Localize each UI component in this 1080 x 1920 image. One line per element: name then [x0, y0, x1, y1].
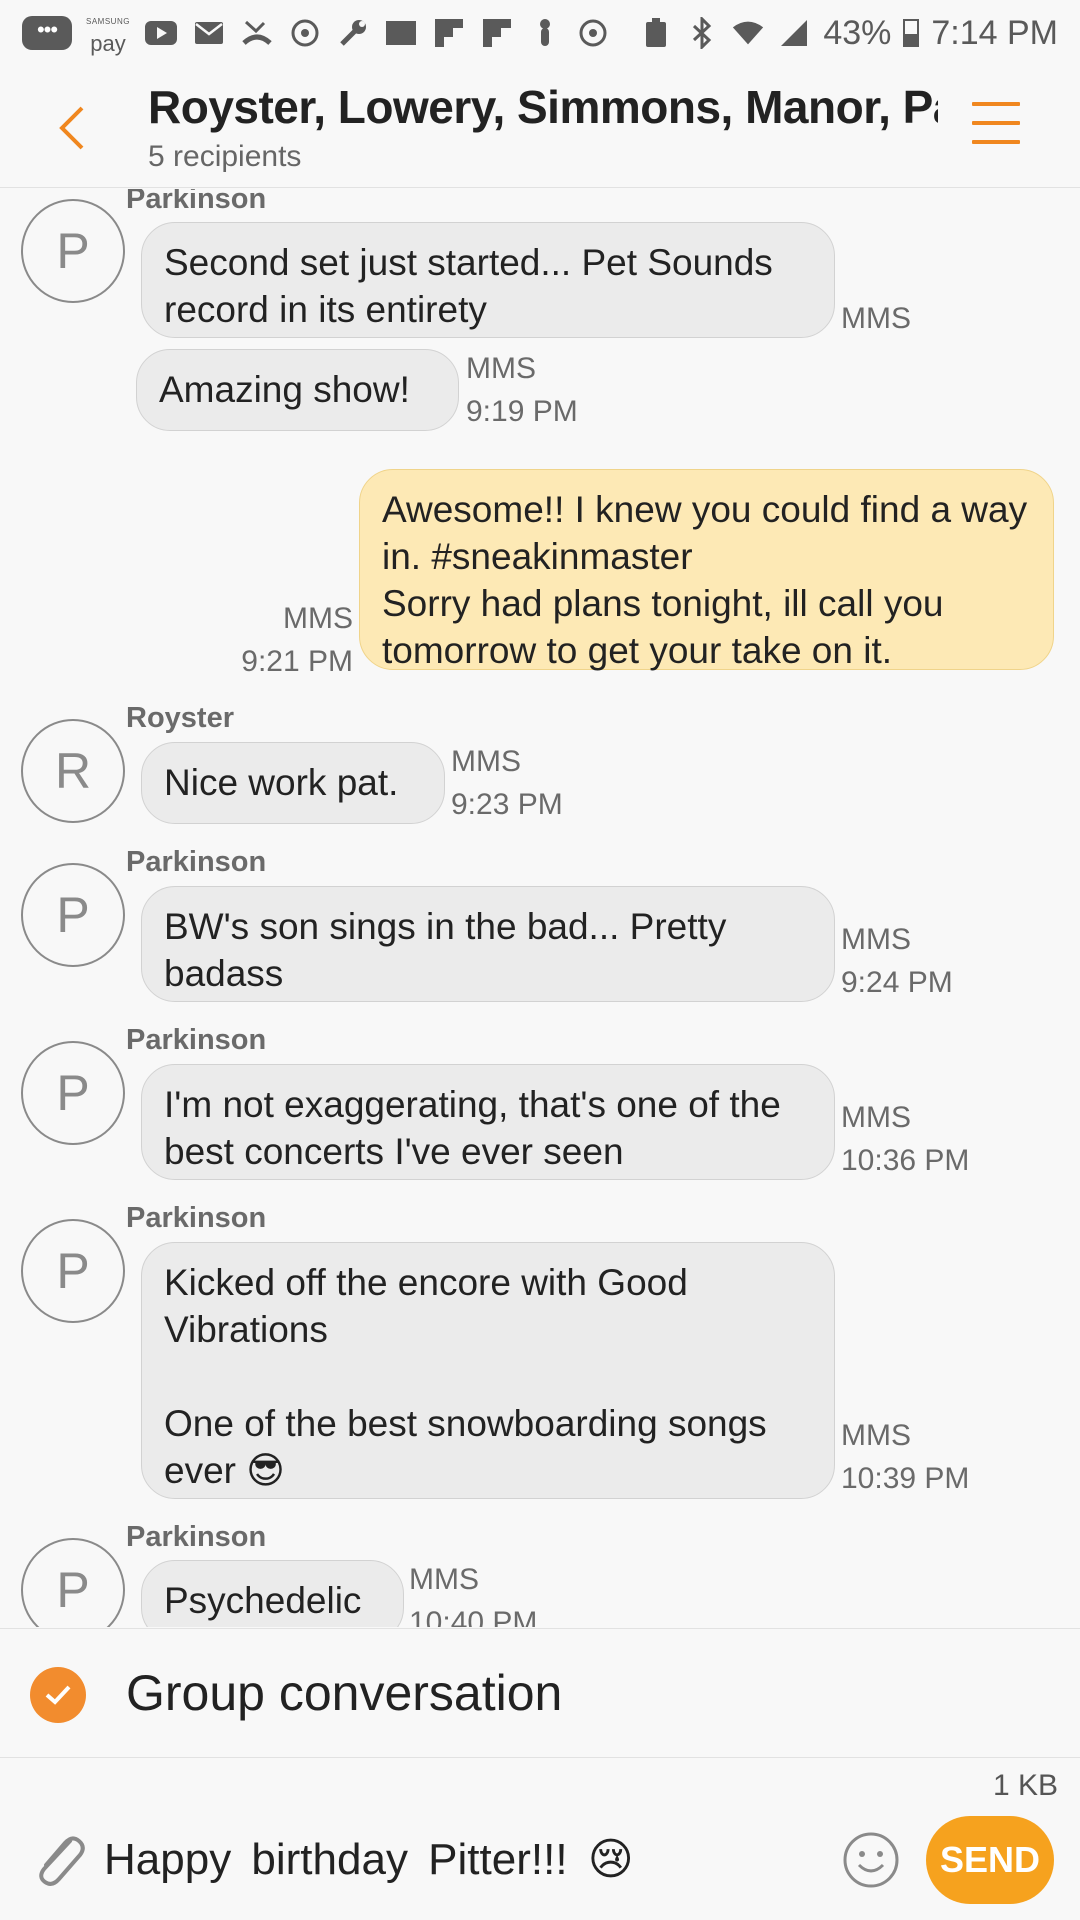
avatar-initial: P [56, 887, 90, 943]
sender-name: Parkinson [126, 846, 267, 878]
message-bubble[interactable]: BW's son sings in the bad... Pretty bada… [141, 886, 835, 1002]
battery-saver-icon [639, 16, 673, 50]
message-time: 10:36 PM [841, 1144, 970, 1177]
sender-name: Parkinson [126, 1521, 267, 1553]
message-bubble[interactable]: Nice work pat. [141, 742, 445, 824]
message-meta: MMS 9:24 PM [841, 918, 953, 1004]
bluetooth-icon [685, 16, 719, 50]
mail-icon [192, 16, 226, 50]
message-input[interactable]: Happy birthday Pitter!!! 😢 [104, 1829, 804, 1891]
wifi-icon [731, 16, 765, 50]
group-conversation-label: Group conversation [126, 1665, 563, 1721]
message-bubble[interactable]: I'm not exaggerating, that's one of the … [141, 1064, 835, 1180]
touch-icon [528, 16, 562, 50]
sender-name: Parkinson [126, 189, 267, 215]
check-icon [45, 1685, 71, 1705]
message-type: MMS [409, 1563, 479, 1596]
emoji-button[interactable] [842, 1831, 900, 1889]
message-time: 9:19 PM [466, 395, 578, 428]
flipboard-icon [432, 16, 466, 50]
avatar-initial: P [56, 223, 90, 279]
message-meta: MMS 10:36 PM [841, 1096, 969, 1182]
avatar-initial: P [56, 1562, 90, 1618]
conversation-header: Royster, Lowery, Simmons, Manor, Parki… … [0, 66, 1080, 188]
attach-button[interactable] [30, 1827, 86, 1889]
message-time: 10:39 PM [841, 1462, 970, 1495]
menu-button[interactable] [972, 102, 1020, 154]
message-type: MMS [841, 302, 911, 335]
missed-call-icon [240, 16, 274, 50]
message-bubble[interactable]: Psychedelic [141, 1560, 404, 1627]
message-time: 9:23 PM [451, 788, 563, 821]
message-type: MMS [841, 1419, 911, 1452]
message-time: 9:24 PM [841, 966, 953, 999]
avatar-initial: R [54, 743, 92, 799]
youtube-icon [144, 16, 178, 50]
sonos-icon [384, 16, 418, 50]
notification-icons: ••• SAMSUNG pay [22, 11, 639, 55]
message-time: 10:40 PM [409, 1606, 538, 1627]
message-type: MMS [841, 923, 911, 956]
battery-icon [903, 19, 920, 47]
menu-icon-line [972, 121, 1020, 125]
outgoing-message-bubble[interactable]: Awesome!! I knew you could find a way in… [359, 469, 1054, 671]
message-meta: MMS 9:19 PM [466, 347, 578, 433]
message-meta: MMS 9:23 PM [451, 740, 563, 826]
avatar[interactable]: P [21, 1219, 125, 1323]
message-list[interactable]: Parkinson P Second set just started... P… [0, 189, 1080, 1627]
smiley-icon [843, 1832, 899, 1888]
sync-icon [288, 16, 322, 50]
message-composer: 1 KB Happy birthday Pitter!!! 😢 SEND [0, 1759, 1080, 1920]
sync-icon [576, 16, 610, 50]
message-bubble[interactable]: Second set just started... Pet Sounds re… [141, 222, 835, 338]
send-button[interactable]: SEND [926, 1816, 1054, 1904]
avatar[interactable]: P [21, 1538, 125, 1627]
signal-icon [777, 16, 811, 50]
message-type: MMS [466, 352, 536, 385]
recipients-count: 5 recipients [148, 140, 302, 173]
wrench-icon [336, 16, 370, 50]
sender-name: Parkinson [126, 1024, 267, 1056]
message-bubble[interactable]: Kicked off the encore with Good Vibratio… [141, 1242, 835, 1499]
system-status: 43% 7:14 PM [639, 14, 1058, 53]
message-bubble[interactable]: Amazing show! [136, 349, 459, 431]
flipboard-icon [480, 16, 514, 50]
chevron-left-icon [59, 106, 84, 150]
message-meta: MMS 9:21 PM [232, 597, 353, 683]
menu-icon-line [972, 140, 1020, 144]
paperclip-icon [39, 1836, 85, 1886]
back-button[interactable] [48, 98, 98, 158]
avatar[interactable]: P [21, 199, 125, 303]
message-time: 9:21 PM [241, 645, 353, 678]
conversation-title[interactable]: Royster, Lowery, Simmons, Manor, Parki… [148, 80, 938, 134]
samsung-pay-brand: SAMSUNG [86, 17, 130, 26]
message-type: MMS [283, 602, 353, 635]
more-dots-icon: ••• [22, 16, 72, 50]
status-bar: ••• SAMSUNG pay 43% 7:14 PM [0, 0, 1080, 66]
group-conversation-checkbox[interactable] [30, 1667, 86, 1723]
sender-name: Royster [126, 702, 234, 734]
avatar-initial: P [56, 1243, 90, 1299]
group-conversation-toggle[interactable]: Group conversation [0, 1628, 1080, 1758]
message-meta: MMS 10:39 PM [841, 1414, 969, 1500]
message-type: MMS [841, 1101, 911, 1134]
samsung-pay-icon: SAMSUNG pay [86, 11, 130, 55]
menu-icon-line [972, 102, 1020, 106]
message-meta: MMS 10:40 PM [409, 1558, 537, 1627]
avatar[interactable]: P [21, 863, 125, 967]
message-size-label: 1 KB [992, 1769, 1058, 1802]
avatar-initial: P [56, 1065, 90, 1121]
samsung-pay-label: pay [90, 31, 126, 56]
avatar[interactable]: P [21, 1041, 125, 1145]
avatar[interactable]: R [21, 719, 125, 823]
message-type: MMS [451, 745, 521, 778]
battery-percent: 43% [823, 13, 892, 52]
sender-name: Parkinson [126, 1202, 267, 1234]
clock: 7:14 PM [931, 13, 1058, 52]
